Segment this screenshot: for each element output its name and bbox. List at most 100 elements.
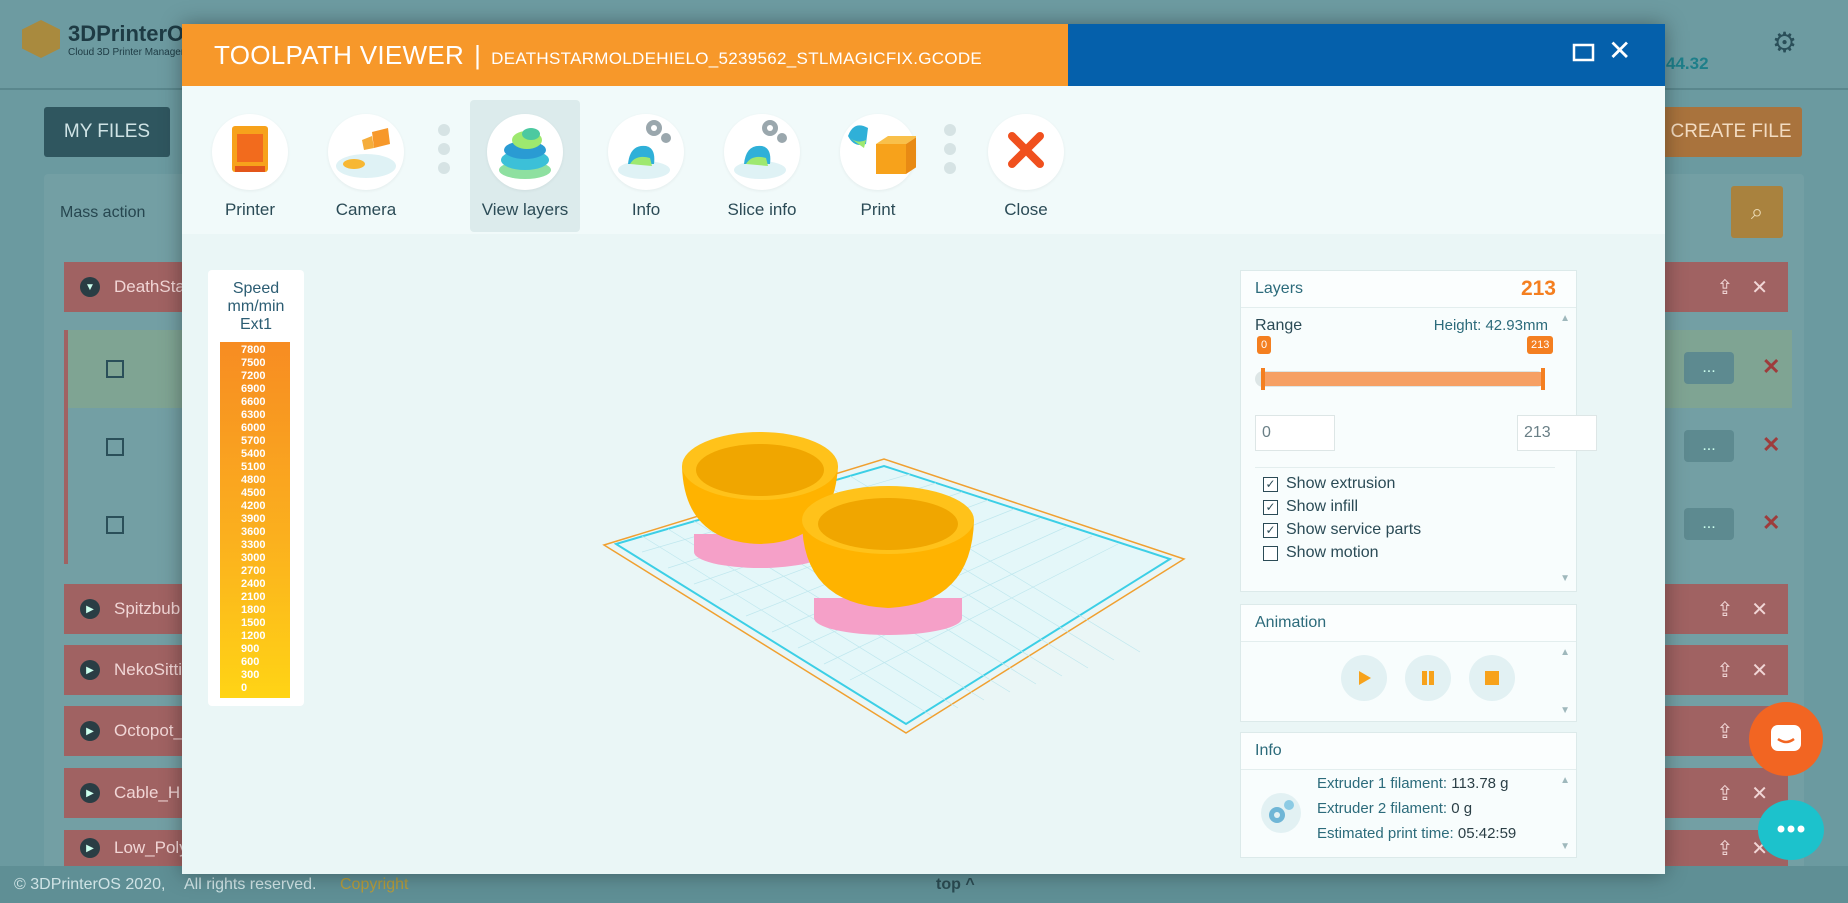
tool-printer[interactable]: Printer [200, 100, 300, 232]
upload-icon[interactable]: ⇪ [1716, 597, 1733, 622]
upload-icon[interactable]: ⇪ [1716, 781, 1733, 806]
chevron-right-icon[interactable]: ▶ [80, 599, 100, 619]
legend-title: Speed mm/min Ext1 [208, 270, 304, 334]
settings-gear-icon[interactable]: ⚙ [1772, 26, 1797, 59]
play-button[interactable] [1341, 655, 1387, 701]
legend-value: 7500 [241, 357, 266, 369]
slice-info-icon [724, 114, 800, 190]
option-label: Show extrusion [1286, 475, 1396, 492]
stop-button[interactable] [1469, 655, 1515, 701]
delete-icon[interactable]: ✕ [1762, 432, 1780, 458]
legend-value: 5400 [241, 448, 266, 460]
scroll-up-icon[interactable]: ▲ [1560, 313, 1570, 324]
legend-value: 4200 [241, 500, 266, 512]
back-to-top-link[interactable]: top ^ [936, 876, 975, 894]
tool-label: Info [631, 200, 661, 219]
range-max-input[interactable] [1517, 415, 1597, 451]
upload-icon[interactable]: ⇪ [1716, 836, 1733, 861]
range-min-badge: 0 [1257, 336, 1272, 354]
option-show-extrusion[interactable]: ✓ Show extrusion [1263, 475, 1395, 493]
legend-value: 600 [241, 656, 260, 668]
checkbox[interactable] [1263, 545, 1278, 561]
delete-icon[interactable]: ✕ [1751, 658, 1768, 683]
delete-icon[interactable]: ✕ [1751, 275, 1768, 300]
tool-slice-info[interactable]: Slice info [712, 100, 812, 232]
option-show-service-parts[interactable]: ✓ Show service parts [1263, 521, 1421, 539]
intercom-chat-button[interactable] [1749, 702, 1823, 776]
delete-icon[interactable]: ✕ [1762, 354, 1780, 380]
close-dialog-button[interactable]: ✕ [1608, 34, 1631, 67]
info-header: Info [1241, 733, 1576, 770]
create-file-button[interactable]: CREATE FILE [1660, 107, 1802, 157]
app-logo[interactable]: 3DPrinterOS Cloud 3D Printer Management [22, 20, 203, 58]
play-icon [1359, 671, 1371, 685]
tool-view-layers[interactable]: View layers [470, 100, 580, 232]
time-label: Estimated print time: [1317, 825, 1454, 842]
extruder2-label: Extruder 2 filament: [1317, 800, 1448, 817]
title-separator: | [474, 40, 482, 70]
checkbox[interactable]: ✓ [1263, 476, 1278, 492]
row-checkbox[interactable] [106, 438, 124, 456]
scroll-down-icon[interactable]: ▼ [1560, 841, 1570, 852]
search-button[interactable]: ⌕ [1731, 186, 1783, 238]
my-files-button[interactable]: MY FILES [44, 107, 170, 157]
legend-value: 6600 [241, 396, 266, 408]
scroll-up-icon[interactable]: ▲ [1560, 647, 1570, 658]
checkbox[interactable]: ✓ [1263, 522, 1278, 538]
legend-value: 6000 [241, 422, 266, 434]
stop-icon [1485, 671, 1499, 685]
maximize-button[interactable] [1572, 38, 1596, 70]
range-label: Range [1255, 317, 1303, 334]
footer-copyright-link[interactable]: Copyright [340, 876, 408, 894]
dialog-title: TOOLPATH VIEWER | DEATHSTARMOLDEHIELO_5239… [214, 40, 982, 71]
legend-value: 5700 [241, 435, 266, 447]
chevron-down-icon[interactable]: ▼ [80, 277, 100, 297]
upload-icon[interactable]: ⇪ [1716, 719, 1733, 744]
row-checkbox[interactable] [106, 516, 124, 534]
chevron-right-icon[interactable]: ▶ [80, 838, 100, 858]
chevron-right-icon[interactable]: ▶ [80, 783, 100, 803]
legend-value: 4500 [241, 487, 266, 499]
more-button[interactable]: ... [1684, 352, 1734, 384]
more-button[interactable]: ... [1684, 508, 1734, 540]
model-bowl-inner [696, 444, 824, 496]
chevron-right-icon[interactable]: ▶ [80, 660, 100, 680]
scroll-down-icon[interactable]: ▼ [1560, 573, 1570, 584]
option-show-infill[interactable]: ✓ Show infill [1263, 498, 1358, 516]
dialog-title-label: TOOLPATH VIEWER [214, 40, 465, 70]
upload-icon[interactable]: ⇪ [1716, 275, 1733, 300]
tool-label: Camera [335, 200, 397, 219]
tool-close[interactable]: Close [976, 100, 1076, 232]
row-checkbox[interactable] [106, 360, 124, 378]
legend-value: 1800 [241, 604, 266, 616]
viewer-toolbar: Printer Camera View layers Info Slice in… [182, 86, 1665, 234]
upload-icon[interactable]: ⇪ [1716, 658, 1733, 683]
support-chat-button[interactable] [1758, 800, 1824, 860]
delete-icon[interactable]: ✕ [1751, 597, 1768, 622]
more-button[interactable]: ... [1684, 430, 1734, 462]
legend-value: 5100 [241, 461, 266, 473]
tool-print[interactable]: Print [828, 100, 928, 232]
toolpath-viewer-dialog: TOOLPATH VIEWER | DEATHSTARMOLDEHIELO_5239… [182, 24, 1665, 874]
toolbar-separator [438, 124, 450, 174]
tool-info[interactable]: Info [596, 100, 696, 232]
range-min-input[interactable] [1255, 415, 1335, 451]
scroll-up-icon[interactable]: ▲ [1560, 775, 1570, 786]
range-min-handle[interactable] [1261, 368, 1265, 390]
checkbox[interactable]: ✓ [1263, 499, 1278, 515]
legend-value: 7800 [241, 344, 266, 356]
option-show-motion[interactable]: Show motion [1263, 544, 1379, 562]
legend-title-speed: Speed [232, 280, 280, 297]
range-max-handle[interactable] [1541, 368, 1545, 390]
file-row-name: Octopot_ [114, 721, 183, 740]
delete-icon[interactable]: ✕ [1751, 781, 1768, 806]
tool-camera[interactable]: Camera [316, 100, 416, 232]
chevron-right-icon[interactable]: ▶ [80, 721, 100, 741]
pause-button[interactable] [1405, 655, 1451, 701]
range-max-badge: 213 [1527, 336, 1554, 354]
close-icon: ✕ [1608, 35, 1632, 66]
file-row-name: NekoSitti [114, 660, 183, 679]
scroll-down-icon[interactable]: ▼ [1560, 705, 1570, 716]
model-viewport[interactable] [602, 394, 1222, 734]
delete-icon[interactable]: ✕ [1762, 510, 1780, 536]
